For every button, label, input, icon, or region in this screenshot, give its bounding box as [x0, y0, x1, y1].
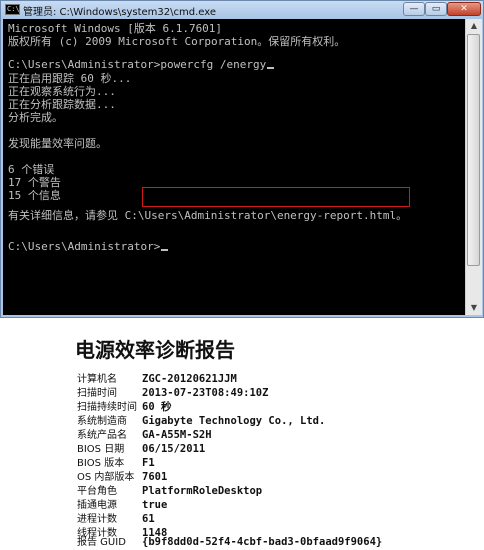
scroll-thumb[interactable] — [467, 34, 480, 266]
report-label: 报告 GUID — [77, 537, 126, 548]
report-label: 系统制造商 — [77, 416, 127, 427]
console-line: C:\Users\Administrator>powercfg /energy — [8, 58, 275, 71]
report-value: F1 — [142, 457, 155, 469]
report-value: Gigabyte Technology Co., Ltd. — [142, 415, 326, 427]
close-button[interactable]: ✕ — [447, 2, 481, 16]
console-line: 正在观察系统行为... — [8, 85, 116, 98]
report-label: 计算机名 — [77, 374, 117, 385]
console-line: C:\Users\Administrator> — [8, 240, 169, 253]
command-text: C:\Users\Administrator>powercfg /energy — [8, 58, 267, 71]
cmd-window: C:\ 管理员: C:\Windows\system32\cmd.exe — ▭… — [0, 0, 484, 318]
text-cursor — [161, 249, 169, 251]
scroll-down-arrow-icon[interactable]: ▼ — [466, 301, 482, 315]
report-value: 06/15/2011 — [142, 443, 206, 455]
prompt-text: C:\Users\Administrator> — [8, 240, 161, 253]
minimize-button[interactable]: — — [403, 2, 425, 16]
text-cursor — [267, 67, 275, 69]
console-line: 15 个信息 — [8, 189, 61, 202]
report-value: 2013-07-23T08:49:10Z — [142, 387, 269, 399]
report-label: OS 内部版本 — [77, 472, 135, 483]
vertical-scrollbar[interactable]: ▲ ▼ — [465, 19, 482, 315]
console-output[interactable]: Microsoft Windows [版本 6.1.7601] 版权所有 (c)… — [3, 19, 465, 315]
console-line: 正在启用跟踪 60 秒... — [8, 72, 132, 85]
report-label: BIOS 日期 — [77, 444, 125, 455]
report-label: 进程计数 — [77, 514, 117, 525]
report-value: {b9f8dd0d-52f4-4cbf-bad3-0bfaad9f9064} — [142, 536, 383, 548]
report-label: 插通电源 — [77, 500, 117, 511]
window-title: 管理员: C:\Windows\system32\cmd.exe — [23, 7, 217, 18]
report-label: 系统产品名 — [77, 430, 127, 441]
report-label: 平台角色 — [77, 486, 117, 497]
console-line: 有关详细信息，请参见 C:\Users\Administrator\energy… — [8, 209, 408, 222]
report-path-highlight — [142, 187, 410, 207]
scroll-up-arrow-icon[interactable]: ▲ — [466, 19, 482, 33]
report-value: GA-A55M-S2H — [142, 429, 212, 441]
report-value: PlatformRoleDesktop — [142, 485, 263, 497]
report-value: 7601 — [142, 471, 168, 483]
report-value: 60 秒 — [142, 401, 172, 413]
maximize-button[interactable]: ▭ — [425, 2, 447, 16]
console-line: 分析完成。 — [8, 111, 63, 124]
console-line: 发现能量效率问题。 — [8, 137, 107, 150]
report-title: 电源效率诊断报告 — [75, 338, 235, 362]
console-line: 正在分析跟踪数据... — [8, 98, 116, 111]
report-value: ZGC-20120621JJM — [142, 373, 237, 385]
cmd-icon: C:\ — [5, 4, 20, 15]
report-label: 扫描时间 — [77, 388, 117, 399]
console-line: 版权所有 (c) 2009 Microsoft Corporation。保留所有… — [8, 35, 346, 48]
report-value: true — [142, 499, 168, 511]
console-line: Microsoft Windows [版本 6.1.7601] — [8, 22, 223, 35]
report-value: 61 — [142, 513, 155, 525]
title-bar[interactable]: C:\ 管理员: C:\Windows\system32\cmd.exe — ▭… — [1, 1, 483, 19]
report-label: 扫描持续时间 — [77, 402, 137, 413]
console-line: 6 个错误 — [8, 163, 55, 176]
console-line: 17 个警告 — [8, 176, 61, 189]
report-label: BIOS 版本 — [77, 458, 125, 469]
